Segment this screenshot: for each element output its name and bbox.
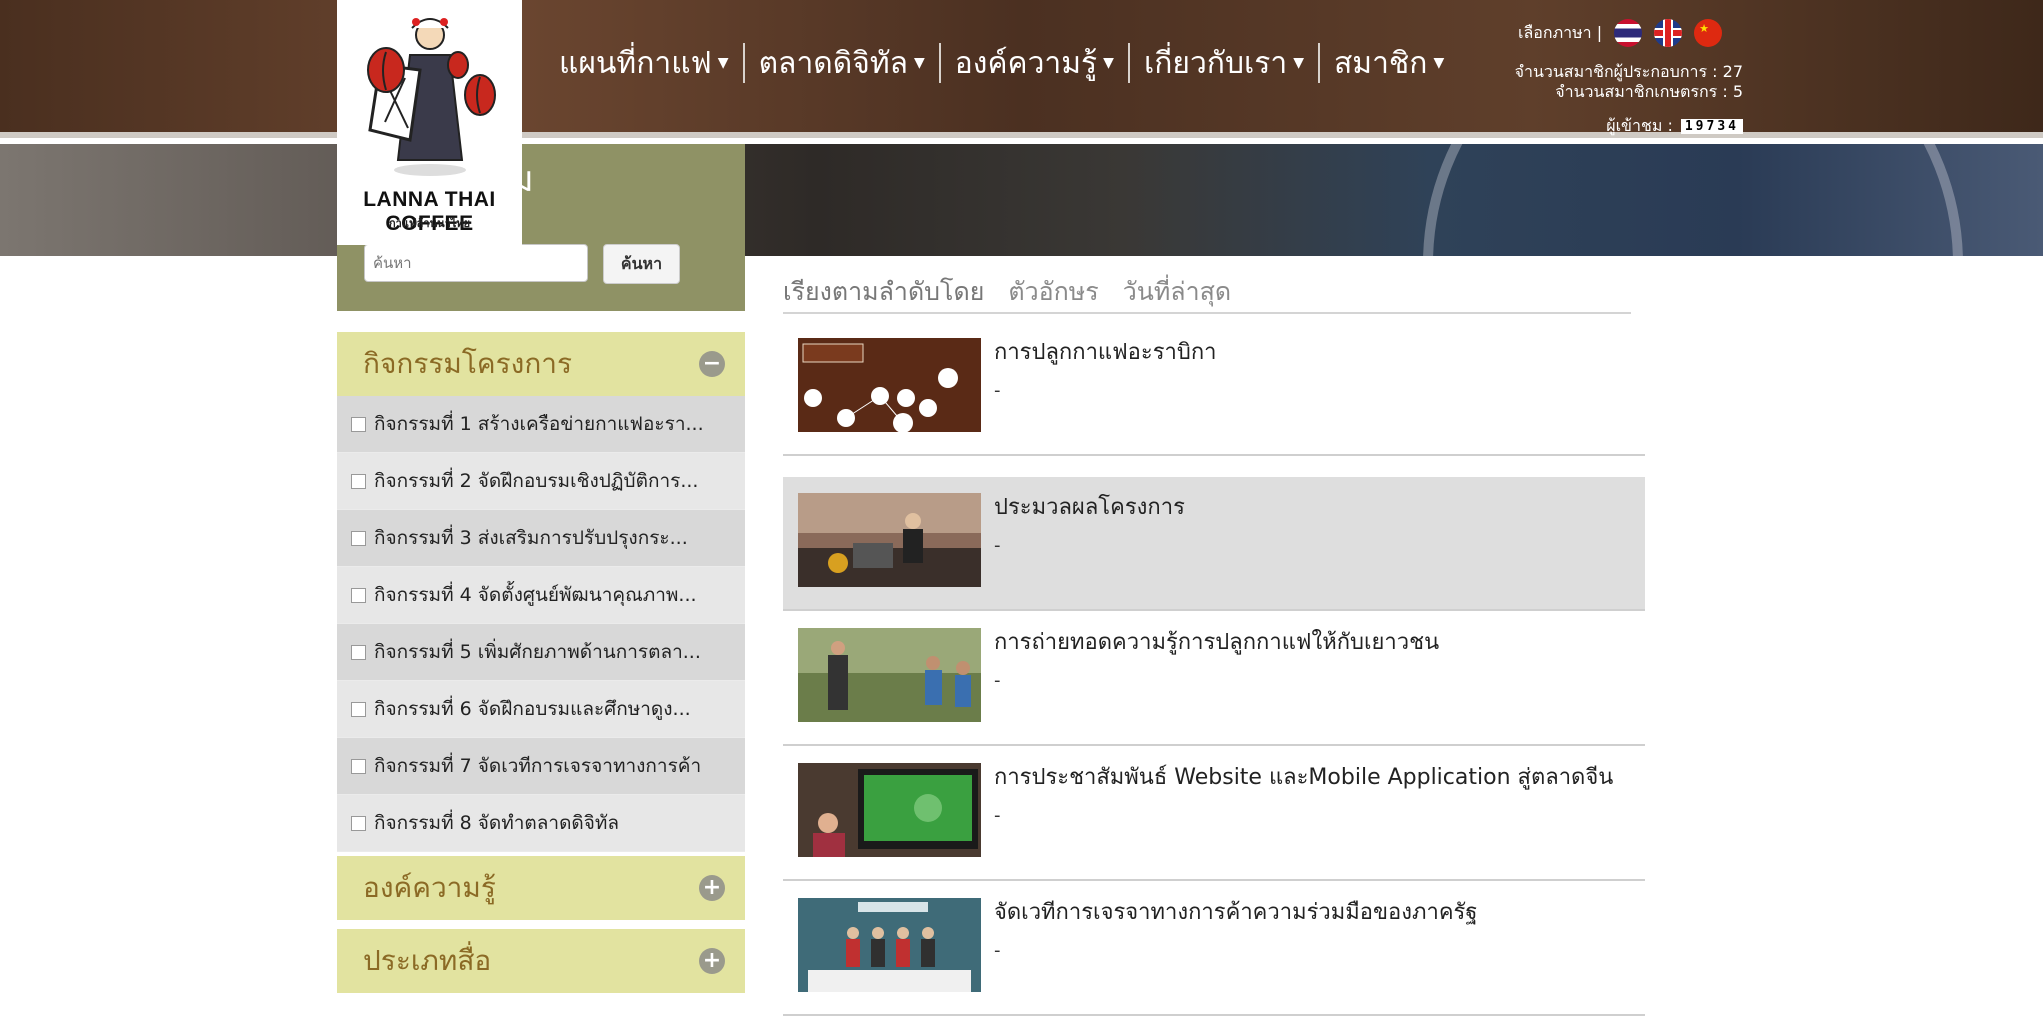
article-description: - — [994, 380, 1001, 401]
activity-item[interactable]: กิจกรรมที่ 3 ส่งเสริมการปรับปรุงกระ... — [337, 510, 745, 567]
activity-label: กิจกรรมที่ 8 จัดทำตลาดดิจิทัล — [374, 812, 620, 834]
article-title[interactable]: จัดเวทีการเจรจาทางการค้าความร่วมมือของภา… — [994, 894, 1478, 929]
activity-item[interactable]: กิจกรรมที่ 6 จัดฝึกอบรมและศึกษาดูง... — [337, 681, 745, 738]
activity-item[interactable]: กิจกรรมที่ 5 เพิ่มศักยภาพด้านการตลา... — [337, 624, 745, 681]
search-input[interactable] — [364, 244, 588, 282]
sidebar-section-title: กิจกรรมโครงการ — [363, 347, 573, 380]
visitor-label: ผู้เข้าชม : — [1606, 116, 1673, 135]
caret-down-icon: ▼ — [914, 55, 925, 71]
visitor-counter: ผู้เข้าชม : 19734 — [1606, 114, 1743, 139]
article-item[interactable]: การประชาสัมพันธ์ Website และMobile Appli… — [783, 747, 1645, 881]
plus-circle-icon[interactable]: + — [699, 875, 725, 901]
activity-item[interactable]: กิจกรรมที่ 2 จัดฝึกอบรมเชิงปฏิบัติการ... — [337, 453, 745, 510]
nav-about[interactable]: เกี่ยวกับเรา ▼ — [1130, 43, 1320, 83]
checkbox[interactable] — [351, 701, 366, 717]
checkbox[interactable] — [351, 587, 366, 603]
article-thumbnail[interactable] — [798, 338, 981, 432]
caret-down-icon: ▼ — [1433, 55, 1445, 71]
activity-label: กิจกรรมที่ 7 จัดเวทีการเจรจาทางการค้า — [374, 755, 702, 777]
checkbox[interactable] — [351, 530, 366, 546]
sort-alpha-link[interactable]: ตัวอักษร — [1008, 272, 1098, 312]
activity-item[interactable]: กิจกรรมที่ 8 จัดทำตลาดดิจิทัล — [337, 795, 745, 852]
caret-down-icon: ▼ — [717, 55, 729, 71]
nav-coffee-map[interactable]: แผนที่กาแฟ ▼ — [545, 43, 745, 83]
article-description: - — [994, 535, 1001, 556]
article-thumbnail[interactable] — [798, 628, 981, 722]
activity-item[interactable]: กิจกรรมที่ 7 จัดเวทีการเจรจาทางการค้า — [337, 738, 745, 795]
caret-down-icon: ▼ — [1293, 55, 1304, 71]
article-title[interactable]: การปลูกกาแฟอะราบิกา — [994, 334, 1217, 369]
sidebar-section-title: องค์ความรู้ — [363, 871, 496, 904]
article-title[interactable]: การถ่ายทอดความรู้การปลูกกาแฟให้กับเยาวชน — [994, 624, 1439, 659]
nav-members[interactable]: สมาชิก ▼ — [1320, 43, 1458, 83]
china-flag-icon[interactable] — [1694, 19, 1723, 47]
sidebar-section-title: ประเภทสื่อ — [363, 944, 492, 977]
nav-label: สมาชิก — [1334, 45, 1428, 81]
search-button[interactable]: ค้นหา — [603, 244, 680, 284]
sort-bar: เรียงตามลำดับโดย ตัวอักษร วันที่ล่าสุด — [783, 272, 1631, 314]
minus-circle-icon[interactable]: − — [699, 351, 725, 377]
article-title[interactable]: การประชาสัมพันธ์ Website และMobile Appli… — [994, 759, 1613, 794]
sidebar-section-media[interactable]: ประเภทสื่อ + — [337, 929, 745, 993]
article-item[interactable]: ประมวลผลโครงการ - — [783, 477, 1645, 611]
sidebar-section-activities[interactable]: กิจกรรมโครงการ − — [337, 332, 745, 396]
checkbox[interactable] — [351, 473, 366, 489]
article-thumbnail[interactable] — [798, 493, 981, 587]
activity-label: กิจกรรมที่ 1 สร้างเครือข่ายกาแฟอะรา... — [374, 413, 704, 435]
language-label: เลือกภาษา | — [1518, 22, 1603, 42]
activity-list: กิจกรรมที่ 1 สร้างเครือข่ายกาแฟอะรา... ก… — [337, 396, 745, 852]
member-stats: จำนวนสมาชิกผู้ประกอบการ : 27 จำนวนสมาชิก… — [1515, 62, 1743, 102]
activity-label: กิจกรรมที่ 2 จัดฝึกอบรมเชิงปฏิบัติการ... — [374, 470, 699, 492]
nav-label: องค์ความรู้ — [954, 45, 1098, 81]
article-item[interactable]: จัดเวทีการเจรจาทางการค้าความร่วมมือของภา… — [783, 882, 1645, 1016]
sidebar-section-knowledge[interactable]: องค์ความรู้ + — [337, 856, 745, 920]
article-title[interactable]: ประมวลผลโครงการ — [994, 489, 1185, 524]
visitor-count: 19734 — [1680, 119, 1743, 134]
article-description: - — [994, 805, 1001, 826]
nav-digital-market[interactable]: ตลาดดิจิทัล ▼ — [745, 43, 941, 83]
farmer-count: จำนวนสมาชิกเกษตรกร : 5 — [1555, 82, 1743, 101]
caret-down-icon: ▼ — [1103, 55, 1114, 71]
sort-label: เรียงตามลำดับโดย — [783, 277, 985, 306]
checkbox[interactable] — [351, 644, 366, 660]
activity-label: กิจกรรมที่ 4 จัดตั้งศูนย์พัฒนาคุณภาพ... — [374, 584, 697, 606]
thai-flag-icon[interactable] — [1614, 19, 1643, 47]
nav-knowledge[interactable]: องค์ความรู้ ▼ — [941, 43, 1130, 83]
activity-label: กิจกรรมที่ 3 ส่งเสริมการปรับปรุงกระ... — [374, 527, 688, 549]
uk-flag-icon[interactable] — [1654, 19, 1683, 47]
activity-item[interactable]: กิจกรรมที่ 1 สร้างเครือข่ายกาแฟอะรา... — [337, 396, 745, 453]
main-nav: แผนที่กาแฟ ▼ ตลาดดิจิทัล ▼ องค์ความรู้ ▼ เก… — [545, 38, 1458, 88]
activity-label: กิจกรรมที่ 6 จัดฝึกอบรมและศึกษาดูง... — [374, 698, 691, 720]
article-description: - — [994, 940, 1001, 961]
plus-circle-icon[interactable]: + — [699, 948, 725, 974]
article-item[interactable]: การปลูกกาแฟอะราบิกา - — [783, 322, 1645, 456]
article-item[interactable]: การถ่ายทอดความรู้การปลูกกาแฟให้กับเยาวชน… — [783, 612, 1645, 746]
activity-item[interactable]: กิจกรรมที่ 4 จัดตั้งศูนย์พัฒนาคุณภาพ... — [337, 567, 745, 624]
checkbox[interactable] — [351, 416, 366, 432]
coffee-mascot-logo-icon — [367, 18, 496, 176]
logo-subtitle: กาแฟล้านนาไทย — [388, 217, 471, 230]
checkbox[interactable] — [351, 815, 366, 831]
language-selector: เลือกภาษา | — [1518, 18, 1748, 48]
nav-label: เกี่ยวกับเรา — [1143, 45, 1288, 81]
checkbox[interactable] — [351, 758, 366, 774]
article-description: - — [994, 670, 1001, 691]
sort-latest-link[interactable]: วันที่ล่าสุด — [1123, 272, 1231, 312]
hero-banner — [0, 144, 2043, 256]
article-thumbnail[interactable] — [798, 898, 981, 992]
nav-label: ตลาดดิจิทัล — [758, 45, 908, 81]
activity-label: กิจกรรมที่ 5 เพิ่มศักยภาพด้านการตลา... — [374, 641, 701, 663]
operator-count: จำนวนสมาชิกผู้ประกอบการ : 27 — [1514, 62, 1743, 81]
article-thumbnail[interactable] — [798, 763, 981, 857]
nav-label: แผนที่กาแฟ — [559, 45, 712, 81]
